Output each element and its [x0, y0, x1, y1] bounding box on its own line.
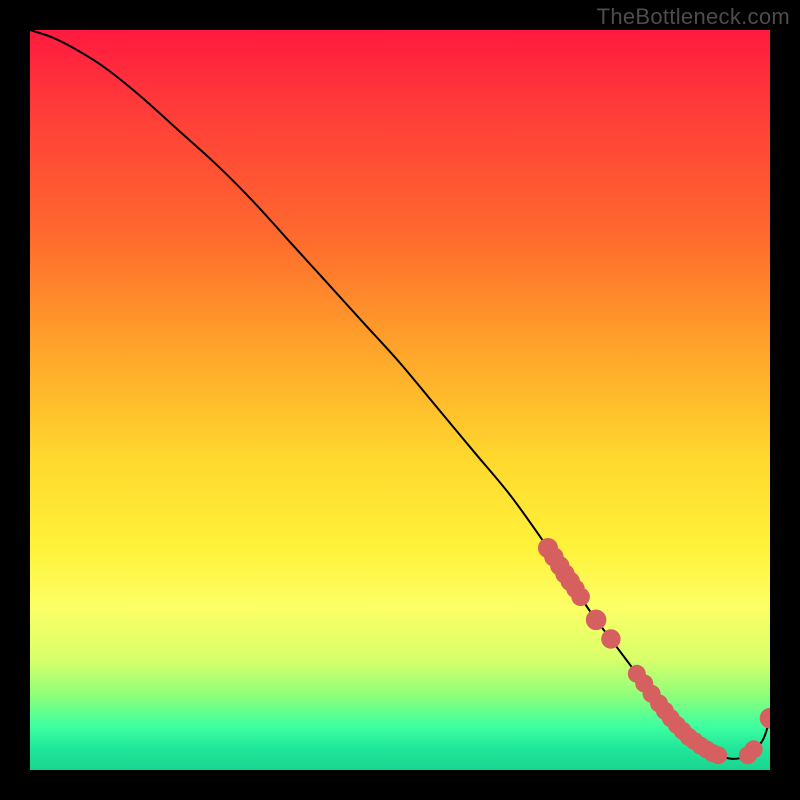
- highlight-dot: [709, 746, 727, 764]
- watermark-text: TheBottleneck.com: [597, 4, 790, 30]
- highlight-dot: [745, 740, 763, 758]
- bottleneck-curve-path: [30, 30, 770, 759]
- highlight-dot: [760, 708, 770, 729]
- chart-frame: TheBottleneck.com: [0, 0, 800, 800]
- highlight-dot: [571, 588, 590, 607]
- highlight-dots-group: [538, 538, 770, 764]
- gradient-plot-area: [30, 30, 770, 770]
- highlight-dot: [601, 629, 620, 648]
- bottleneck-curve-svg: [30, 30, 770, 770]
- highlight-dot: [586, 610, 607, 631]
